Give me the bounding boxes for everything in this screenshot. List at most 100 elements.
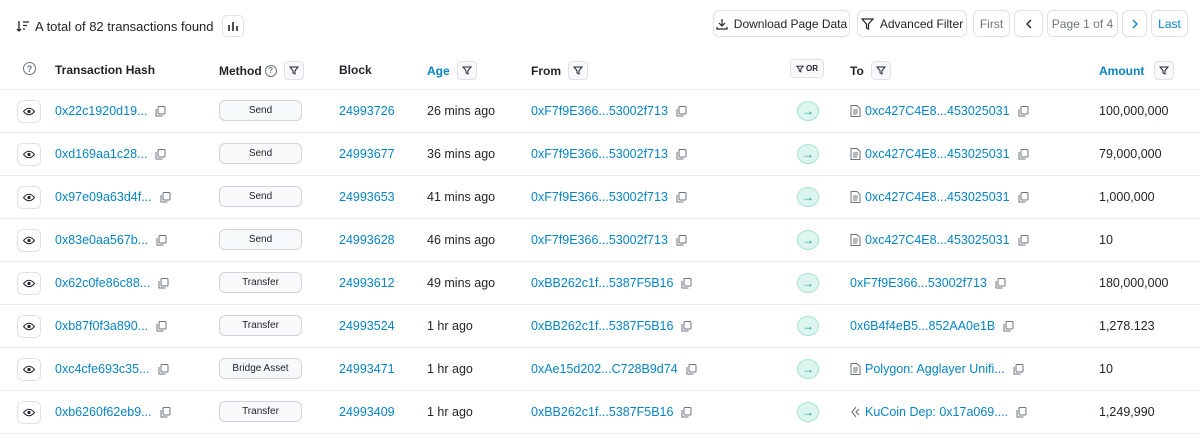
to-cell: 0xF7f9E366...53002f713 — [850, 262, 1006, 304]
tx-hash-link[interactable]: 0x83e0aa567b... — [55, 233, 148, 247]
last-page-button[interactable]: Last — [1151, 10, 1188, 37]
block-cell: 24993677 — [339, 133, 395, 175]
copy-icon[interactable] — [158, 277, 169, 289]
advanced-filter-button[interactable]: Advanced Filter — [857, 10, 967, 37]
method-label: Send — [248, 234, 273, 245]
info-icon[interactable]: ? — [264, 64, 277, 77]
to-address-link[interactable]: KuCoin Dep: 0x17a069.... — [865, 405, 1008, 419]
copy-icon[interactable] — [160, 191, 171, 203]
copy-icon[interactable] — [156, 320, 167, 332]
view-details-button[interactable] — [17, 358, 41, 381]
to-address-link[interactable]: 0xc427C4E8...453025031 — [865, 147, 1010, 161]
view-details-button[interactable] — [17, 272, 41, 295]
block-link[interactable]: 24993726 — [339, 104, 395, 118]
view-details-button[interactable] — [17, 186, 41, 209]
to-address-link[interactable]: 0xF7f9E366...53002f713 — [850, 276, 987, 290]
next-page-button[interactable] — [1122, 10, 1147, 37]
to-address-link[interactable]: 0xc427C4E8...453025031 — [865, 104, 1010, 118]
column-amount[interactable]: Amount — [1099, 61, 1175, 80]
tx-hash-link[interactable]: 0x97e09a63d4f... — [55, 190, 152, 204]
from-address-link[interactable]: 0xAe15d202...C728B9d74 — [531, 362, 678, 376]
tx-hash-link[interactable]: 0xb87f0f3a890... — [55, 319, 148, 333]
from-address-link[interactable]: 0xF7f9E366...53002f713 — [531, 147, 668, 161]
column-method: Method ? — [219, 61, 304, 80]
copy-icon[interactable] — [1016, 406, 1027, 418]
copy-icon[interactable] — [676, 148, 687, 160]
table-row: 0x97e09a63d4f... Send 24993653 41 mins ago 0… — [0, 176, 1200, 219]
method-badge: Send — [219, 143, 302, 164]
view-details-button[interactable] — [17, 143, 41, 166]
age-filter-button[interactable] — [456, 61, 477, 80]
from-address-link[interactable]: 0xF7f9E366...53002f713 — [531, 233, 668, 247]
copy-icon[interactable] — [160, 406, 171, 418]
amount-filter-button[interactable] — [1154, 61, 1175, 80]
copy-icon[interactable] — [158, 363, 169, 375]
method-badge: Transfer — [219, 272, 302, 293]
tx-hash-link[interactable]: 0xb6260f62eb9... — [55, 405, 152, 419]
copy-icon[interactable] — [681, 277, 692, 289]
tx-hash-cell: 0x83e0aa567b... — [55, 219, 167, 261]
copy-icon[interactable] — [155, 148, 166, 160]
copy-icon[interactable] — [681, 406, 692, 418]
method-label: Send — [248, 105, 273, 116]
to-filter-button[interactable] — [870, 61, 891, 80]
to-address-link[interactable]: 0x6B4f4eB5...852AA0e1B — [850, 319, 995, 333]
prev-page-button[interactable] — [1014, 10, 1043, 37]
copy-icon[interactable] — [676, 191, 687, 203]
method-label: Transfer — [242, 320, 279, 331]
first-page-button[interactable]: First — [973, 10, 1010, 37]
copy-icon[interactable] — [1013, 363, 1024, 375]
copy-icon[interactable] — [676, 234, 687, 246]
tx-hash-link[interactable]: 0x22c1920d19... — [55, 104, 147, 118]
eye-icon — [23, 150, 35, 159]
view-details-button[interactable] — [17, 315, 41, 338]
filter-icon — [1159, 66, 1170, 75]
from-address-link[interactable]: 0xBB262c1f...5387F5B16 — [531, 319, 673, 333]
tx-hash-link[interactable]: 0xd169aa1c28... — [55, 147, 147, 161]
copy-icon[interactable] — [1018, 191, 1029, 203]
copy-icon[interactable] — [155, 105, 166, 117]
from-filter-button[interactable] — [568, 61, 588, 80]
eye-icon — [23, 408, 35, 417]
to-address-link[interactable]: 0xc427C4E8...453025031 — [865, 233, 1010, 247]
or-label: OR — [806, 64, 818, 73]
method-filter-button[interactable] — [283, 61, 304, 80]
copy-icon[interactable] — [1018, 148, 1029, 160]
column-age[interactable]: Age — [427, 61, 477, 80]
block-link[interactable]: 24993677 — [339, 147, 395, 161]
copy-icon[interactable] — [1003, 320, 1014, 332]
copy-icon[interactable] — [676, 105, 687, 117]
download-page-data-button[interactable]: Download Page Data — [713, 10, 850, 37]
view-details-button[interactable] — [17, 401, 41, 424]
block-link[interactable]: 24993471 — [339, 362, 395, 376]
method-label: Send — [248, 191, 273, 202]
column-label: Amount — [1099, 63, 1145, 78]
analytics-button[interactable] — [221, 15, 244, 37]
to-cell: 0xc427C4E8...453025031 — [850, 219, 1029, 261]
to-address-link[interactable]: Polygon: Agglayer Unifi... — [865, 362, 1005, 376]
table-row: 0x22c1920d19... Send 24993726 26 mins ago 0x… — [0, 90, 1200, 133]
block-link[interactable]: 24993409 — [339, 405, 395, 419]
block-link[interactable]: 24993628 — [339, 233, 395, 247]
copy-icon[interactable] — [995, 277, 1006, 289]
copy-icon[interactable] — [681, 320, 692, 332]
summary-text: A total of 82 transactions found — [35, 18, 214, 34]
tx-hash-link[interactable]: 0xc4cfe693c35... — [55, 362, 150, 376]
copy-icon[interactable] — [1018, 234, 1029, 246]
view-details-button[interactable] — [17, 229, 41, 252]
block-link[interactable]: 24993612 — [339, 276, 395, 290]
help-icon[interactable]: ? — [23, 62, 36, 75]
copy-icon[interactable] — [1018, 105, 1029, 117]
from-address-link[interactable]: 0xF7f9E366...53002f713 — [531, 190, 668, 204]
block-link[interactable]: 24993524 — [339, 319, 395, 333]
from-address-link[interactable]: 0xBB262c1f...5387F5B16 — [531, 405, 673, 419]
or-filter-button[interactable]: OR — [790, 59, 824, 78]
copy-icon[interactable] — [156, 234, 167, 246]
block-link[interactable]: 24993653 — [339, 190, 395, 204]
copy-icon[interactable] — [686, 363, 697, 375]
tx-hash-link[interactable]: 0x62c0fe86c88... — [55, 276, 150, 290]
to-address-link[interactable]: 0xc427C4E8...453025031 — [865, 190, 1010, 204]
from-address-link[interactable]: 0xF7f9E366...53002f713 — [531, 104, 668, 118]
view-details-button[interactable] — [17, 100, 41, 123]
from-address-link[interactable]: 0xBB262c1f...5387F5B16 — [531, 276, 673, 290]
